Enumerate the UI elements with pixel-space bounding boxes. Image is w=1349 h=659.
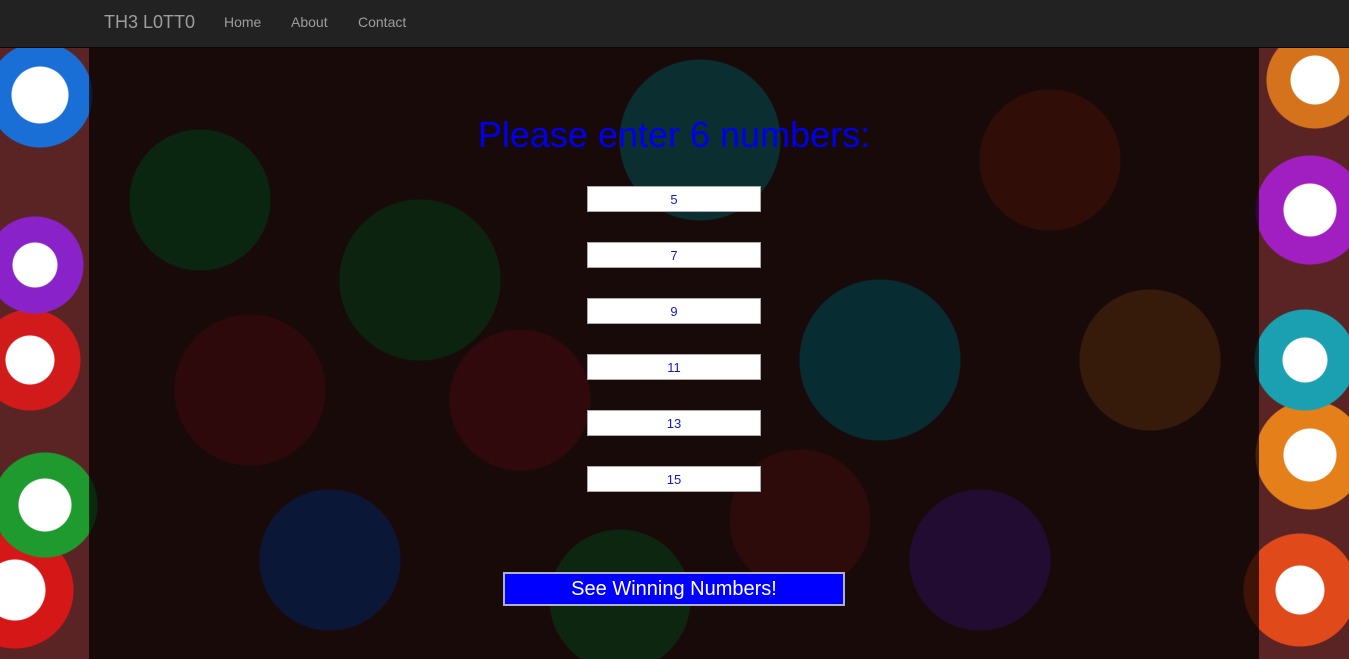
nav-home-link[interactable]: Home [224,14,261,30]
number-input-2[interactable] [587,242,761,268]
navbar: TH3 L0TT0 Home About Contact [0,0,1349,48]
number-input-1[interactable] [587,186,761,212]
number-input-6[interactable] [587,466,761,492]
number-input-3[interactable] [587,298,761,324]
nav-about-link[interactable]: About [291,14,328,30]
number-input-4[interactable] [587,354,761,380]
brand-logo[interactable]: TH3 L0TT0 [104,12,195,33]
number-input-5[interactable] [587,410,761,436]
see-winning-numbers-button[interactable]: See Winning Numbers! [503,572,845,606]
nav-contact-link[interactable]: Contact [358,14,406,30]
page-heading: Please enter 6 numbers: [477,114,871,155]
